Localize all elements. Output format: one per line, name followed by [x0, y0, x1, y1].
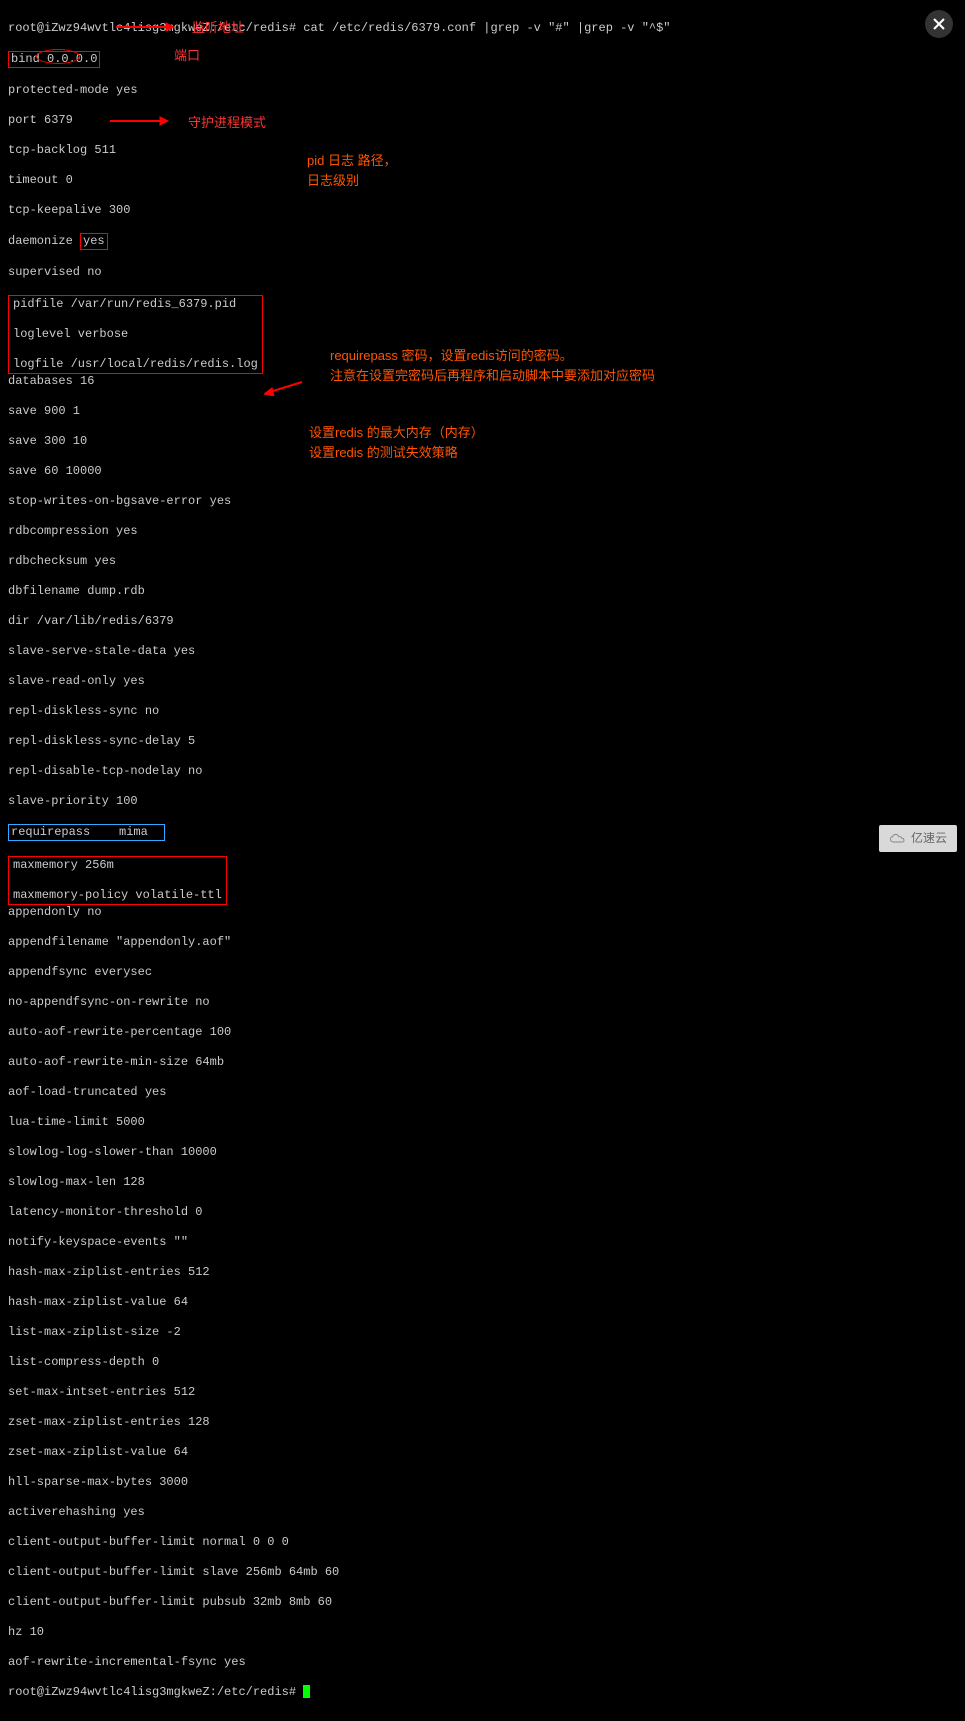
config-line: notify-keyspace-events "": [8, 1235, 957, 1250]
daemonize-highlight: yes: [80, 233, 108, 250]
config-line: hash-max-ziplist-value 64: [8, 1295, 957, 1310]
config-line: hash-max-ziplist-entries 512: [8, 1265, 957, 1280]
annotation-requirepass2: 注意在设置完密码后再程序和启动脚本中要添加对应密码: [330, 368, 655, 383]
config-line: client-output-buffer-limit pubsub 32mb 8…: [8, 1595, 957, 1610]
config-line: slave-serve-stale-data yes: [8, 644, 957, 659]
config-line: dbfilename dump.rdb: [8, 584, 957, 599]
config-line: client-output-buffer-limit slave 256mb 6…: [8, 1565, 957, 1580]
config-line: hz 10: [8, 1625, 957, 1640]
annotation-port: 端口: [174, 48, 200, 63]
config-line: list-max-ziplist-size -2: [8, 1325, 957, 1340]
annotation-maxmem1: 设置redis 的最大内存（内存）: [309, 425, 484, 440]
config-line: auto-aof-rewrite-min-size 64mb: [8, 1055, 957, 1070]
watermark-text: 亿速云: [911, 831, 947, 846]
config-line: daemonize: [8, 234, 80, 248]
config-line: aof-load-truncated yes: [8, 1085, 957, 1100]
config-line: save 900 1: [8, 404, 957, 419]
terminal-output: root@iZwz94wvtlc4lisg3mgkweZ:/etc/redis#…: [0, 0, 965, 1721]
config-line: appendfilename "appendonly.aof": [8, 935, 957, 950]
config-line: timeout 0: [8, 173, 957, 188]
annotation-pid2: 日志级别: [307, 173, 359, 188]
annotation-requirepass1: requirepass 密码，设置redis访问的密码。: [330, 348, 573, 363]
config-line: auto-aof-rewrite-percentage 100: [8, 1025, 957, 1040]
config-line: protected-mode yes: [8, 83, 957, 98]
annotation-maxmem2: 设置redis 的测试失效策略: [309, 445, 458, 460]
config-line: aof-rewrite-incremental-fsync yes: [8, 1655, 957, 1670]
config-line: activerehashing yes: [8, 1505, 957, 1520]
config-line: slowlog-log-slower-than 10000: [8, 1145, 957, 1160]
pidfile-highlight-box: pidfile /var/run/redis_6379.pid loglevel…: [8, 295, 263, 374]
config-line: repl-diskless-sync-delay 5: [8, 734, 957, 749]
annotation-daemonize: 守护进程模式: [188, 115, 266, 130]
annotation-pid1: pid 日志 路径，: [307, 153, 397, 168]
cursor-icon: [303, 1685, 310, 1698]
arrow-icon: [110, 116, 170, 126]
config-line: lua-time-limit 5000: [8, 1115, 957, 1130]
config-line: slowlog-max-len 128: [8, 1175, 957, 1190]
config-line: save 60 10000: [8, 464, 957, 479]
config-line: dir /var/lib/redis/6379: [8, 614, 957, 629]
config-line: supervised no: [8, 265, 957, 280]
config-line: slave-priority 100: [8, 794, 957, 809]
config-line: set-max-intset-entries 512: [8, 1385, 957, 1400]
config-line: hll-sparse-max-bytes 3000: [8, 1475, 957, 1490]
config-line: latency-monitor-threshold 0: [8, 1205, 957, 1220]
config-line: zset-max-ziplist-value 64: [8, 1445, 957, 1460]
port-ellipse: [36, 49, 80, 64]
config-line: appendfsync everysec: [8, 965, 957, 980]
watermark-badge: 亿速云: [879, 825, 957, 852]
arrow-icon: [264, 380, 304, 396]
arrow-icon: [116, 22, 176, 32]
config-line: repl-disable-tcp-nodelay no: [8, 764, 957, 779]
config-line: client-output-buffer-limit normal 0 0 0: [8, 1535, 957, 1550]
config-line: stop-writes-on-bgsave-error yes: [8, 494, 957, 509]
annotation-bind: 监听地址: [192, 20, 244, 35]
config-line: repl-diskless-sync no: [8, 704, 957, 719]
config-line: tcp-keepalive 300: [8, 203, 957, 218]
cloud-icon: [889, 833, 907, 845]
config-line: tcp-backlog 511: [8, 143, 957, 158]
config-line: rdbcompression yes: [8, 524, 957, 539]
config-line: list-compress-depth 0: [8, 1355, 957, 1370]
config-line: appendonly no: [8, 905, 957, 920]
maxmemory-highlight-box: maxmemory 256m maxmemory-policy volatile…: [8, 856, 227, 905]
config-line: zset-max-ziplist-entries 128: [8, 1415, 957, 1430]
requirepass-highlight: requirepass mima: [8, 824, 165, 841]
close-icon: [932, 17, 946, 31]
config-line: rdbchecksum yes: [8, 554, 957, 569]
close-button[interactable]: [925, 10, 953, 38]
config-line: slave-read-only yes: [8, 674, 957, 689]
prompt-end[interactable]: root@iZwz94wvtlc4lisg3mgkweZ:/etc/redis#: [8, 1685, 303, 1699]
config-line: no-appendfsync-on-rewrite no: [8, 995, 957, 1010]
